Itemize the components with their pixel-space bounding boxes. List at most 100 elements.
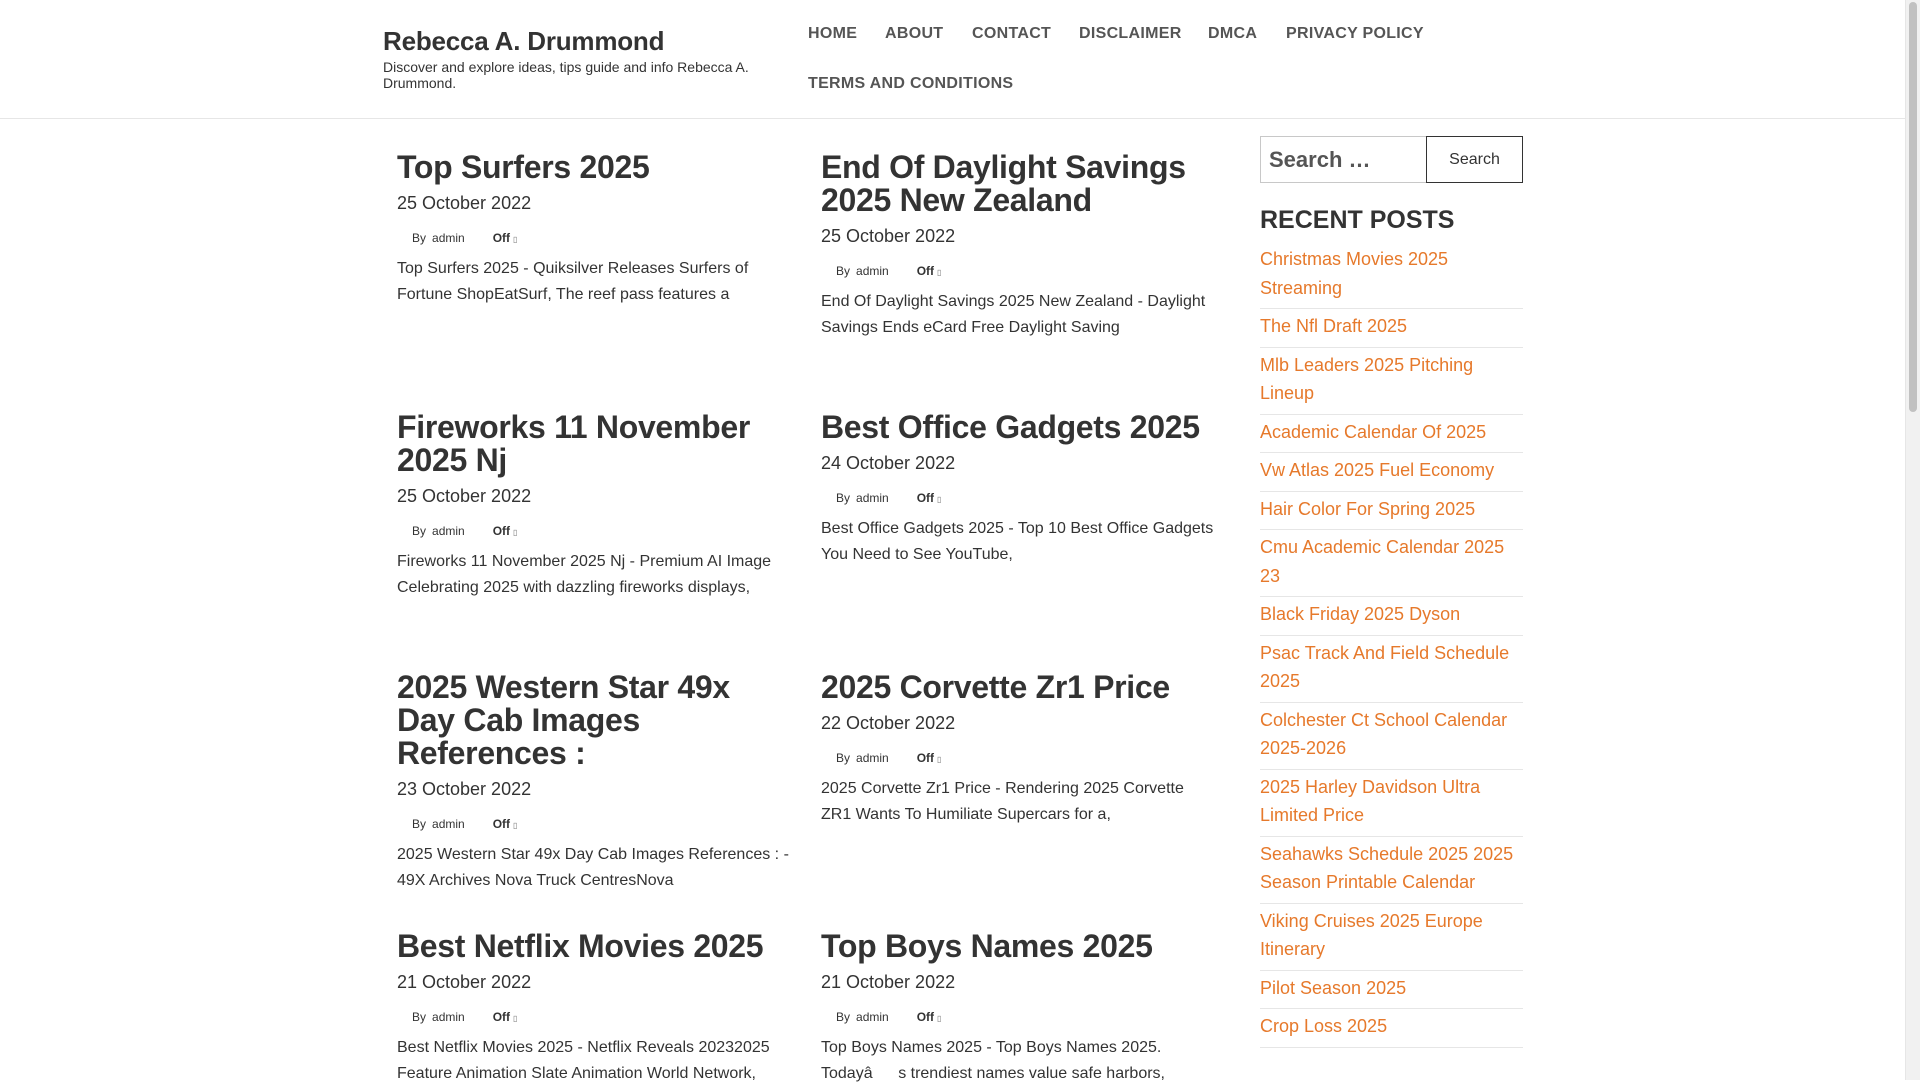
post-excerpt: Top Boys Names 2025 - Top Boys Names 202… <box>821 1039 1165 1082</box>
list-item: 2025 Harley Davidson Ultra Limited Price <box>1260 770 1523 837</box>
recent-post-link[interactable]: Christmas Movies 2025 Streaming <box>1260 249 1448 298</box>
post-meta: By admin Off ▯ <box>821 264 1216 280</box>
post-author[interactable]: admin <box>856 264 889 278</box>
site-branding: Rebecca A. Drummond Discover and explore… <box>383 26 773 91</box>
post-excerpt: 2025 Corvette Zr1 Price - Rendering 2025… <box>821 780 1184 823</box>
post-card: Top Boys Names 2025 21 October 2022 By ad… <box>821 930 1216 1087</box>
post-date: 21 October 2022 <box>397 972 532 992</box>
recent-post-link[interactable]: Colchester Ct School Calendar 2025-2026 <box>1260 710 1507 759</box>
comment-icon: ▯ <box>937 495 942 504</box>
recent-post-link[interactable]: Academic Calendar Of 2025 <box>1260 422 1486 442</box>
list-item: Colchester Ct School Calendar 2025-2026 <box>1260 703 1523 770</box>
list-item: Crop Loss 2025 <box>1260 1009 1523 1048</box>
comment-icon: ▯ <box>937 268 942 277</box>
post-card: Fireworks 11 November 2025 Nj 25 October… <box>397 411 792 601</box>
comment-icon: ▯ <box>513 1014 518 1023</box>
post-card: 2025 Corvette Zr1 Price 22 October 2022 … <box>821 671 1216 828</box>
nav-disclaimer[interactable]: DISCLAIMER <box>1079 25 1182 43</box>
list-item: The Nfl Draft 2025 <box>1260 309 1523 348</box>
post-comments-status: Off <box>916 264 935 278</box>
recent-post-link[interactable]: Black Friday 2025 Dyson <box>1260 604 1460 624</box>
post-by-label: By <box>412 524 427 538</box>
recent-post-link[interactable]: Vw Atlas 2025 Fuel Economy <box>1260 460 1494 480</box>
recent-post-link[interactable]: Cmu Academic Calendar 2025 23 <box>1260 537 1504 586</box>
post-comments-status: Off <box>916 751 935 765</box>
nav-home[interactable]: HOME <box>808 25 857 43</box>
nav-privacy-policy[interactable]: PRIVACY POLICY <box>1286 25 1424 43</box>
page-scrollbar[interactable] <box>1905 0 1920 1080</box>
recent-post-link[interactable]: Crop Loss 2025 <box>1260 1016 1387 1036</box>
post-by-label: By <box>836 751 851 765</box>
post-title[interactable]: End Of Daylight Savings 2025 New Zealand <box>821 151 1216 217</box>
post-comments-status: Off <box>492 231 511 245</box>
recent-post-link[interactable]: Viking Cruises 2025 Europe Itinerary <box>1260 911 1483 960</box>
post-title[interactable]: Best Office Gadgets 2025 <box>821 411 1216 444</box>
post-card: 2025 Western Star 49x Day Cab Images Ref… <box>397 671 792 894</box>
recent-post-link[interactable]: Pilot Season 2025 <box>1260 978 1406 998</box>
post-by-label: By <box>836 1010 851 1024</box>
post-title[interactable]: Top Boys Names 2025 <box>821 930 1216 963</box>
recent-post-link[interactable]: Hair Color For Spring 2025 <box>1260 499 1475 519</box>
post-meta: By admin Off ▯ <box>821 1010 1216 1026</box>
comment-icon: ▯ <box>937 755 942 764</box>
post-comments-status: Off <box>492 1010 511 1024</box>
nav-dmca[interactable]: DMCA <box>1208 25 1257 43</box>
post-date: 22 October 2022 <box>821 713 956 733</box>
post-by-label: By <box>412 817 427 831</box>
nav-terms-and-conditions[interactable]: TERMS AND CONDITIONS <box>808 75 1013 93</box>
list-item: Seahawks Schedule 2025 2025 Season Print… <box>1260 837 1523 904</box>
recent-posts-title: RECENT POSTS <box>1260 206 1455 234</box>
recent-post-link[interactable]: Seahawks Schedule 2025 2025 Season Print… <box>1260 844 1513 893</box>
post-excerpt: End Of Daylight Savings 2025 New Zealand… <box>821 293 1206 336</box>
post-author[interactable]: admin <box>856 491 889 505</box>
scrollbar-thumb[interactable] <box>1909 2 1917 412</box>
post-date: 21 October 2022 <box>821 972 956 992</box>
search-input[interactable] <box>1260 136 1427 183</box>
site-description: Discover and explore ideas, tips guide a… <box>383 59 749 91</box>
post-date: 24 October 2022 <box>821 453 956 473</box>
post-author[interactable]: admin <box>856 751 889 765</box>
list-item: Christmas Movies 2025 Streaming <box>1260 242 1523 309</box>
post-title[interactable]: 2025 Western Star 49x Day Cab Images Ref… <box>397 671 792 770</box>
post-author[interactable]: admin <box>432 231 465 245</box>
post-excerpt: Fireworks 11 November 2025 Nj - Premium … <box>397 553 772 596</box>
post-date: 25 October 2022 <box>821 226 956 246</box>
list-item: Vw Atlas 2025 Fuel Economy <box>1260 453 1523 492</box>
nav-contact[interactable]: CONTACT <box>972 25 1051 43</box>
recent-post-link[interactable]: 2025 Harley Davidson Ultra Limited Price <box>1260 777 1480 826</box>
post-comments-status: Off <box>916 1010 935 1024</box>
post-author[interactable]: admin <box>432 817 465 831</box>
post-author[interactable]: admin <box>856 1010 889 1024</box>
comment-icon: ▯ <box>513 235 518 244</box>
post-meta: By admin Off ▯ <box>397 1010 792 1026</box>
post-by-label: By <box>836 491 851 505</box>
post-meta: By admin Off ▯ <box>397 817 792 833</box>
nav-about[interactable]: ABOUT <box>885 25 943 43</box>
post-excerpt: Best Office Gadgets 2025 - Top 10 Best O… <box>821 520 1214 563</box>
post-by-label: By <box>836 264 851 278</box>
post-title[interactable]: Top Surfers 2025 <box>397 151 792 184</box>
comment-icon: ▯ <box>513 528 518 537</box>
post-excerpt: 2025 Western Star 49x Day Cab Images Ref… <box>397 846 789 889</box>
post-title[interactable]: Fireworks 11 November 2025 Nj <box>397 411 792 477</box>
list-item: Viking Cruises 2025 Europe Itinerary <box>1260 904 1523 971</box>
post-comments-status: Off <box>492 524 511 538</box>
post-excerpt: Best Netflix Movies 2025 - Netflix Revea… <box>397 1039 770 1082</box>
post-title[interactable]: 2025 Corvette Zr1 Price <box>821 671 1216 704</box>
recent-post-link[interactable]: The Nfl Draft 2025 <box>1260 316 1407 336</box>
post-by-label: By <box>412 231 427 245</box>
post-author[interactable]: admin <box>432 524 465 538</box>
post-card: End Of Daylight Savings 2025 New Zealand… <box>821 151 1216 341</box>
site-title[interactable]: Rebecca A. Drummond <box>383 26 773 56</box>
comment-icon: ▯ <box>937 1014 942 1023</box>
recent-posts-list: Christmas Movies 2025 Streaming The Nfl … <box>1260 242 1523 1048</box>
post-comments-status: Off <box>916 491 935 505</box>
post-title[interactable]: Best Netflix Movies 2025 <box>397 930 792 963</box>
post-author[interactable]: admin <box>432 1010 465 1024</box>
post-meta: By admin Off ▯ <box>397 231 792 247</box>
recent-post-link[interactable]: Psac Track And Field Schedule 2025 <box>1260 643 1509 692</box>
search-button[interactable]: Search <box>1426 136 1523 183</box>
post-meta: By admin Off ▯ <box>397 524 792 540</box>
recent-post-link[interactable]: Mlb Leaders 2025 Pitching Lineup <box>1260 355 1473 404</box>
post-date: 25 October 2022 <box>397 486 532 506</box>
